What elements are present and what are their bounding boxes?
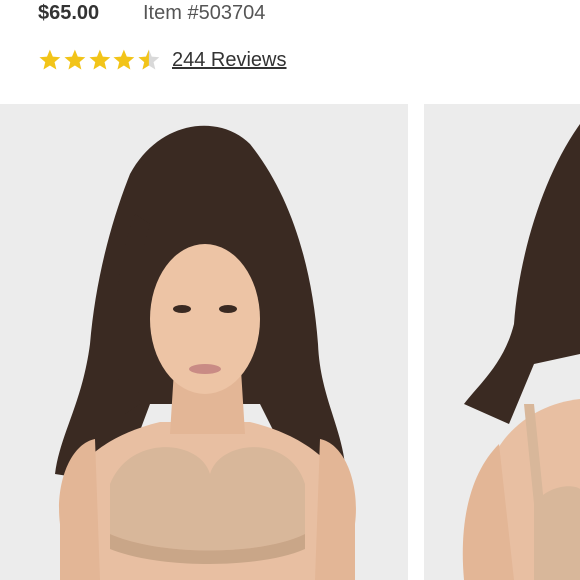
image-carousel[interactable] — [0, 104, 580, 580]
reviews-link[interactable]: 244 Reviews — [172, 49, 287, 72]
product-image-next[interactable] — [424, 104, 580, 580]
half-star-icon — [138, 49, 160, 70]
star-icon — [89, 49, 110, 70]
model-photo-front — [0, 104, 408, 580]
product-price: $65.00 — [38, 1, 100, 24]
star-icon — [113, 49, 135, 70]
price-row: $65.00 Item #503704 — [38, 0, 265, 26]
product-detail-page: $65.00 Item #503704 244 Reviews — [0, 0, 580, 580]
star-rating — [38, 46, 162, 74]
star-icon — [64, 49, 86, 70]
model-photo-side — [424, 104, 580, 580]
star-icon — [39, 49, 61, 70]
rating-row: 244 Reviews — [38, 44, 287, 76]
product-image-main[interactable] — [0, 104, 408, 580]
item-number: Item #503704 — [143, 1, 266, 24]
